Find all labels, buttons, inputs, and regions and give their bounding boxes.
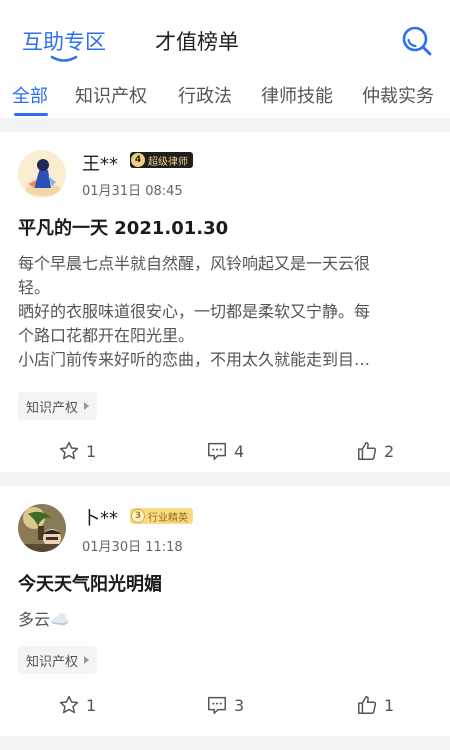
chevron-right-icon [84, 402, 90, 410]
favorite-count: 1 [86, 441, 97, 461]
category-tab-ip[interactable]: 知识产权 [75, 82, 147, 108]
user-badge: 3 行业精英 [130, 508, 193, 524]
body-line: 个路口花都开在阳光里。 [18, 326, 195, 345]
top-header: 互助专区 才值榜单 [0, 0, 450, 70]
post-title[interactable]: 平凡的一天 2021.01.30 [18, 214, 228, 240]
search-icon [402, 26, 432, 56]
badge-level: 4 [131, 153, 145, 167]
star-icon [59, 695, 79, 714]
section-divider [0, 736, 450, 750]
favorite-count: 1 [86, 695, 97, 715]
post-time: 01月30日 11:18 [82, 540, 183, 555]
section-divider [0, 118, 450, 132]
category-tab-all[interactable]: 全部 [12, 82, 48, 108]
topic-tag-label: 知识产权 [26, 400, 79, 416]
thumbs-up-icon [358, 696, 377, 714]
post-body[interactable]: 多云☁️ [18, 608, 430, 632]
post-card[interactable]: 王** 4 超级律师 01月31日 08:45 平凡的一天 2021.01.30… [0, 132, 450, 472]
active-tab-indicator [50, 55, 78, 62]
category-active-indicator [14, 113, 48, 116]
favorite-button[interactable]: 1 [58, 440, 96, 462]
badge-level: 3 [131, 509, 145, 523]
favorite-button[interactable]: 1 [58, 694, 96, 716]
category-tab-arbitration[interactable]: 仲裁实务 [362, 82, 434, 108]
author-name[interactable]: 王** [82, 150, 118, 176]
user-badge: 4 超级律师 [130, 152, 193, 168]
comment-icon [208, 442, 226, 460]
body-line: 小店门前传来好听的恋曲，不用太久就能走到目… [18, 350, 371, 369]
topic-tag-label: 知识产权 [26, 654, 79, 670]
topic-tag[interactable]: 知识产权 [18, 392, 98, 420]
topic-tag[interactable]: 知识产权 [18, 646, 98, 674]
like-count: 2 [384, 441, 395, 461]
comment-button[interactable]: 3 [206, 694, 244, 716]
post-body[interactable]: 每个早晨七点半就自然醒，风铃响起又是一天云很 轻。 晒好的衣服味道很安心，一切都… [18, 252, 430, 372]
like-count: 1 [384, 695, 395, 715]
comment-icon [208, 696, 226, 714]
section-divider [0, 472, 450, 486]
comment-button[interactable]: 4 [206, 440, 244, 462]
avatar[interactable] [18, 504, 66, 552]
author-name[interactable]: 卜** [82, 504, 118, 530]
body-line: 晒好的衣服味道很安心，一切都是柔软又宁静。每 [18, 302, 371, 321]
body-line: 多云☁️ [18, 610, 70, 629]
tab-mutual-help[interactable]: 互助专区 [22, 26, 106, 56]
post-card[interactable]: 卜** 3 行业精英 01月30日 11:18 今天天气阳光明媚 多云☁️ 知识… [0, 486, 450, 736]
category-tabs: 全部 知识产权 行政法 律师技能 仲裁实务 [0, 72, 450, 118]
chevron-right-icon [84, 656, 90, 664]
like-button[interactable]: 2 [356, 440, 394, 462]
search-button[interactable] [400, 24, 434, 58]
badge-text: 行业精英 [148, 512, 188, 524]
badge-text: 超级律师 [148, 156, 188, 168]
comment-count: 3 [234, 695, 245, 715]
category-tab-admin-law[interactable]: 行政法 [178, 82, 232, 108]
body-line: 每个早晨七点半就自然醒，风铃响起又是一天云很 [18, 254, 371, 273]
post-time: 01月31日 08:45 [82, 184, 183, 199]
like-button[interactable]: 1 [356, 694, 394, 716]
star-icon [59, 441, 79, 460]
avatar[interactable] [18, 150, 66, 198]
avatar-image [18, 504, 66, 552]
body-line: 轻。 [18, 278, 51, 297]
avatar-image [18, 150, 66, 198]
category-tab-lawyer-skills[interactable]: 律师技能 [261, 82, 333, 108]
tab-ranking[interactable]: 才值榜单 [155, 26, 239, 56]
comment-count: 4 [234, 441, 245, 461]
thumbs-up-icon [358, 442, 377, 460]
post-title[interactable]: 今天天气阳光明媚 [18, 570, 162, 596]
